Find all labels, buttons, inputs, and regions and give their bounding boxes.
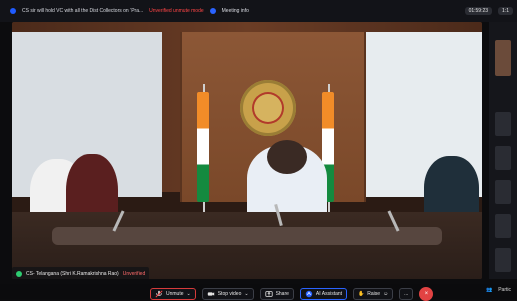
participant-name-tag: CS- Telangana (Shri K.Ramakrishna Rao) U… [12,267,150,279]
chevron-down-icon[interactable]: ⌄ [244,291,248,297]
participant-thumbnail[interactable] [495,146,511,170]
ai-assistant-label: AI Assistant [315,291,343,297]
participant-thumbnail[interactable] [495,40,511,76]
ai-assistant-button[interactable]: AI Assistant [299,288,348,300]
share-icon [264,291,273,297]
unverified-indicator: Unverified unmute mode [149,8,204,14]
meeting-title: CS sir will hold VC with all the Dist Co… [22,8,144,14]
top-right-info: 01:59:23 1:1 [464,7,513,15]
top-bar: CS sir will hold VC with all the Dist Co… [0,0,517,22]
speaker-head [267,140,307,174]
end-call-icon: × [424,291,429,297]
stop-video-label: Stop video [217,291,242,297]
meeting-info-icon[interactable] [209,8,216,14]
more-button[interactable]: ... [399,288,414,300]
participant-thumbnail[interactable] [495,248,511,272]
unmute-label: Unmute [166,291,184,297]
conference-table-top [52,227,442,245]
video-stage: CS- Telangana (Shri K.Ramakrishna Rao) U… [12,22,482,279]
ai-assistant-icon [305,290,313,298]
view-count[interactable]: 1:1 [498,7,513,15]
stop-video-button[interactable]: Stop video ⌄ [201,288,254,300]
raise-button[interactable]: ✋ Raise ☺ [353,288,394,300]
meeting-status-icon [10,8,16,14]
participants-label[interactable]: Partic [498,287,511,293]
meeting-controls-bar: Unmute ⌄ Stop video ⌄ Share AI Assistant [0,284,517,301]
more-label: ... [404,291,409,297]
participant-thumbnail[interactable] [495,180,511,204]
participant-thumbnail[interactable] [495,112,511,136]
participants-icon[interactable]: 👥 [486,287,492,293]
video-icon [207,292,214,296]
share-button[interactable]: Share [259,288,294,300]
meeting-timer: 01:59:23 [464,7,493,15]
participants-rail [489,22,517,279]
share-label: Share [275,291,289,297]
raise-hand-icon: ✋ [358,291,365,297]
reaction-icon[interactable]: ☺ [383,291,388,297]
participant-thumbnail[interactable] [495,214,511,238]
raise-label: Raise [367,291,381,297]
flag-left [197,92,209,202]
top-left-info: CS sir will hold VC with all the Dist Co… [10,8,249,14]
meeting-info-link[interactable]: Meeting info [222,8,249,14]
active-speaker-icon [16,271,22,277]
right-tools: 👥 Partic [486,287,511,293]
mic-off-icon [155,290,163,298]
participant-name: CS- Telangana (Shri K.Ramakrishna Rao) [26,271,119,277]
unverified-tag: Unverified [122,271,146,277]
state-emblem [240,80,296,136]
unmute-button[interactable]: Unmute ⌄ [150,288,196,300]
chevron-down-icon[interactable]: ⌄ [187,291,191,297]
